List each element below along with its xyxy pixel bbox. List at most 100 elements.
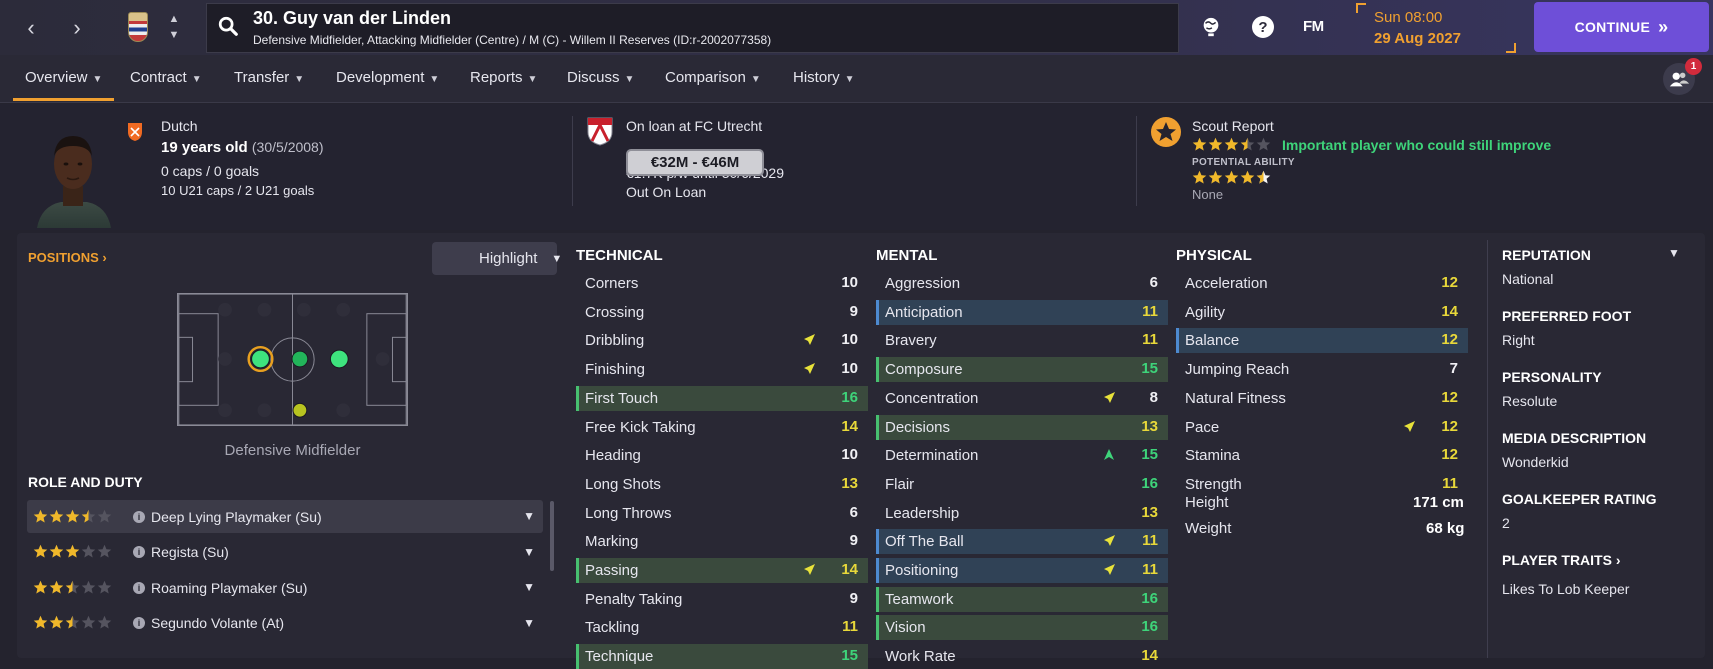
attribute-value: 14	[1441, 302, 1458, 320]
attribute-row-acceleration[interactable]: Acceleration 12	[1176, 271, 1468, 296]
tab-transfer[interactable]: Transfer ▼	[234, 55, 304, 101]
info-icon[interactable]: i	[133, 581, 145, 594]
attribute-row-decisions[interactable]: Decisions 13	[876, 414, 1168, 440]
frame-corner	[1356, 3, 1366, 13]
attribute-row-technique[interactable]: Technique 15	[576, 644, 868, 669]
highlight-dropdown[interactable]: Highlight ▼	[432, 242, 562, 275]
attribute-row-first-touch[interactable]: First Touch 16	[576, 385, 868, 411]
date-display[interactable]: Sun 08:00 29 Aug 2027	[1356, 3, 1516, 53]
attribute-row-passing[interactable]: Passing 14	[576, 558, 868, 583]
attribute-row-dribbling[interactable]: Dribbling 10	[576, 328, 868, 353]
tab-label: Development	[336, 69, 425, 86]
attribute-row-teamwork[interactable]: Teamwork 16	[876, 586, 1168, 612]
chevron-down-icon[interactable]: ▼	[166, 28, 182, 42]
role-row[interactable]: i Segundo Volante (At) ▼	[27, 607, 543, 640]
help-icon[interactable]: ?	[1250, 14, 1276, 40]
attribute-row-crossing[interactable]: Crossing 9	[576, 300, 868, 325]
attribute-row-free-kick-taking[interactable]: Free Kick Taking 14	[576, 415, 868, 440]
chevron-down-icon[interactable]: ▼	[523, 509, 535, 523]
chevron-down-icon: ▼	[750, 74, 761, 85]
continue-button[interactable]: CONTINUE »	[1534, 2, 1709, 52]
attribute-row-penalty-taking[interactable]: Penalty Taking 9	[576, 587, 868, 612]
attribute-row-aggression[interactable]: Aggression 6	[876, 271, 1168, 296]
attribute-row-marking[interactable]: Marking 9	[576, 529, 868, 554]
scout-star-icon[interactable]	[1150, 116, 1182, 148]
attribute-row-heading[interactable]: Heading 10	[576, 443, 868, 468]
positions-link[interactable]: POSITIONS ›	[28, 250, 107, 265]
attribute-row-natural-fitness[interactable]: Natural Fitness 12	[1176, 386, 1468, 411]
attribute-row-leadership[interactable]: Leadership 13	[876, 501, 1168, 526]
attribute-row-long-shots[interactable]: Long Shots 13	[576, 472, 868, 497]
tab-development[interactable]: Development ▼	[336, 55, 439, 101]
back-button[interactable]: ‹	[18, 14, 44, 42]
chevron-down-icon: ▼	[294, 74, 305, 85]
fc-utrecht-badge-icon[interactable]	[586, 116, 614, 146]
attribute-row-composure[interactable]: Composure 15	[876, 357, 1168, 383]
attribute-row-concentration[interactable]: Concentration 8	[876, 386, 1168, 411]
scout-report-title[interactable]: Scout Report	[1192, 118, 1274, 134]
attribute-row-determination[interactable]: Determination 15	[876, 443, 1168, 468]
tab-history[interactable]: History ▼	[793, 55, 855, 101]
attribute-row-flair[interactable]: Flair 16	[876, 472, 1168, 497]
preferred-foot-value: Right	[1502, 332, 1535, 348]
positions-pitch[interactable]	[177, 293, 408, 426]
frame-corner	[1506, 43, 1516, 53]
attribute-row-stamina[interactable]: Stamina 12	[1176, 443, 1468, 468]
attribute-value: 10	[841, 446, 858, 464]
chevron-down-icon[interactable]: ▼	[1668, 246, 1680, 260]
role-row[interactable]: i Deep Lying Playmaker (Su) ▼	[27, 500, 543, 533]
tab-reports[interactable]: Reports ▼	[470, 55, 537, 101]
info-icon[interactable]: i	[133, 510, 145, 523]
forward-button[interactable]: ›	[64, 14, 90, 42]
club-badge-icon[interactable]	[128, 12, 148, 42]
role-row[interactable]: i Roaming Playmaker (Su) ▼	[27, 571, 543, 604]
tab-comparison[interactable]: Comparison ▼	[665, 55, 761, 101]
player-search-bar[interactable]: 30. Guy van der Linden Defensive Midfiel…	[206, 3, 1179, 53]
tab-discuss[interactable]: Discuss ▼	[567, 55, 634, 101]
star-full-icon	[33, 580, 48, 594]
info-icon[interactable]: i	[133, 617, 145, 629]
attribute-row-jumping-reach[interactable]: Jumping Reach 7	[1176, 357, 1468, 382]
attribute-row-long-throws[interactable]: Long Throws 6	[576, 501, 868, 526]
attribute-row-tackling[interactable]: Tackling 11	[576, 615, 868, 640]
chevron-up-icon[interactable]: ▲	[166, 12, 182, 26]
role-name: Segundo Volante (At)	[151, 615, 285, 631]
attribute-row-work-rate[interactable]: Work Rate 14	[876, 644, 1168, 669]
player-traits-link[interactable]: PLAYER TRAITS ›	[1502, 552, 1621, 568]
attribute-row-balance[interactable]: Balance 12	[1176, 328, 1468, 354]
world-icon[interactable]	[1198, 14, 1224, 40]
star-half-icon	[81, 509, 96, 523]
attribute-value: 8	[1149, 388, 1158, 406]
attribute-row-anticipation[interactable]: Anticipation 11	[876, 299, 1168, 325]
chevron-down-icon[interactable]: ▼	[523, 580, 535, 594]
loan-status[interactable]: On loan at FC Utrecht	[626, 118, 762, 134]
role-scrollbar[interactable]	[550, 501, 554, 571]
notification-badge: 1	[1685, 58, 1702, 75]
tab-contract[interactable]: Contract ▼	[130, 55, 202, 101]
chevron-down-icon[interactable]: ▼	[523, 545, 535, 559]
star-half-icon	[1240, 138, 1255, 151]
attribute-row-bravery[interactable]: Bravery 11	[876, 328, 1168, 353]
info-icon[interactable]: i	[133, 546, 145, 558]
attribute-row-positioning[interactable]: Positioning 11	[876, 558, 1168, 583]
scout-comment: Important player who could still improve	[1282, 137, 1552, 153]
attribute-row-pace[interactable]: Pace 12	[1176, 415, 1468, 440]
divider	[1136, 116, 1137, 206]
search-icon[interactable]	[217, 15, 239, 37]
attribute-row-off-the-ball[interactable]: Off The Ball 11	[876, 529, 1168, 555]
role-name: Roaming Playmaker (Su)	[151, 579, 308, 596]
attribute-row-vision[interactable]: Vision 16	[876, 615, 1168, 641]
attribute-row-finishing[interactable]: Finishing 10	[576, 357, 868, 382]
attribute-value: 7	[1449, 360, 1458, 378]
weight-label: Weight	[1185, 520, 1232, 537]
tab-overview[interactable]: Overview ▼	[25, 55, 102, 101]
tab-label: Reports	[470, 69, 523, 86]
attribute-value: 12	[1441, 331, 1458, 349]
transfer-value-badge[interactable]: €32M - €46M	[626, 149, 764, 176]
role-row[interactable]: i Regista (Su) ▼	[27, 536, 543, 569]
chevron-down-icon[interactable]: ▼	[523, 616, 535, 630]
attribute-row-agility[interactable]: Agility 14	[1176, 300, 1468, 325]
attribute-value: 14	[841, 417, 858, 435]
fm-logo[interactable]: FM	[1303, 18, 1324, 35]
attribute-row-corners[interactable]: Corners 10	[576, 271, 868, 296]
